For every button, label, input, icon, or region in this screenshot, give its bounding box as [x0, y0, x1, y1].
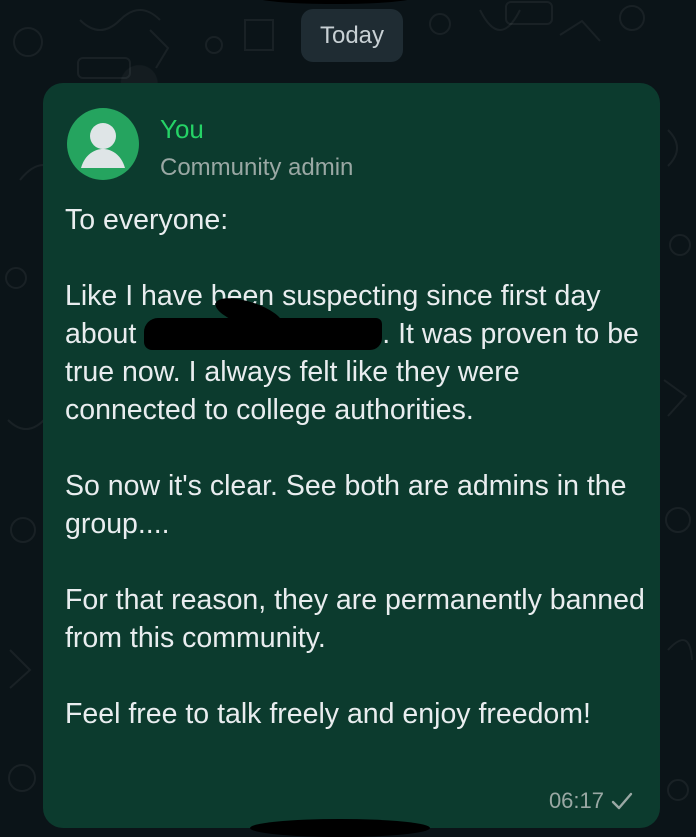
- date-chip-label: Today: [319, 21, 385, 49]
- message-text: To everyone: Like I have been suspecting…: [65, 201, 650, 733]
- date-chip: Today: [301, 9, 403, 62]
- message-paragraph-1-text: To everyone:: [65, 204, 229, 236]
- message-paragraph-2: Like I have been suspecting since first …: [65, 277, 650, 429]
- message-paragraph-5: Feel free to talk freely and enjoy freed…: [65, 695, 650, 733]
- message-paragraph-4: For that reason, they are permanently ba…: [65, 581, 650, 657]
- message-paragraph-5-text: Feel free to talk freely and enjoy freed…: [65, 698, 591, 730]
- person-icon: [81, 123, 125, 168]
- bottom-redaction-mark: [250, 819, 430, 837]
- message-bubble[interactable]: You Community admin To everyone: Like I …: [43, 83, 660, 828]
- message-paragraph-3-text: So now it's clear. See both are admins i…: [65, 470, 627, 540]
- message-paragraph-4-text: For that reason, they are permanently ba…: [65, 584, 645, 654]
- message-paragraph-3: So now it's clear. See both are admins i…: [65, 467, 650, 543]
- avatar[interactable]: [67, 108, 139, 180]
- message-time: 06:17: [548, 788, 604, 813]
- message-paragraph-1: To everyone:: [65, 201, 650, 239]
- sender-name[interactable]: You: [160, 116, 204, 142]
- sender-role: Community admin: [160, 154, 354, 181]
- redacted-name-mark: [144, 318, 383, 350]
- single-check-icon: [610, 791, 634, 811]
- message-meta: 06:17: [549, 788, 634, 814]
